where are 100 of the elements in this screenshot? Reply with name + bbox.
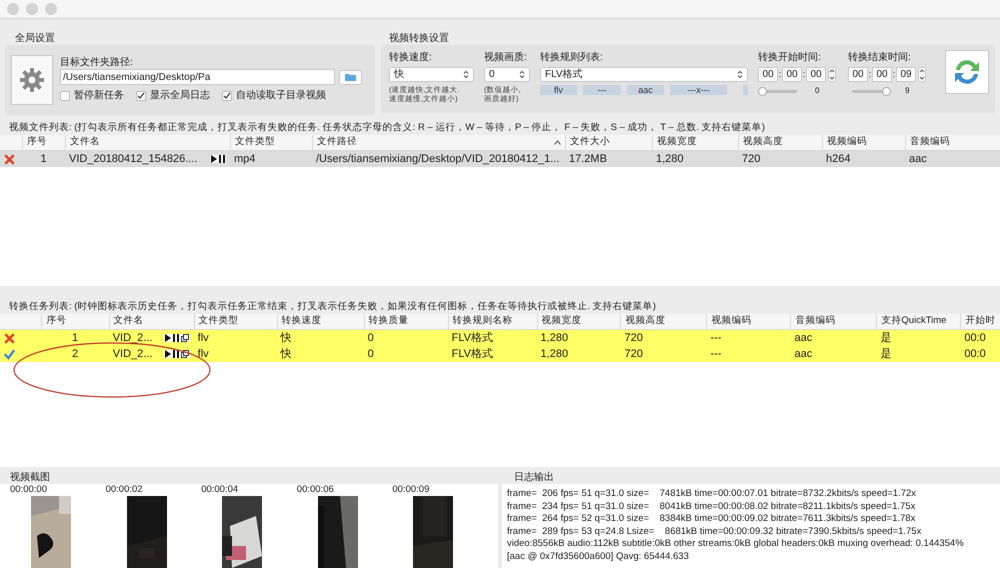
column-header[interactable]: 序号 [46,314,66,329]
column-header[interactable]: 开始时 [965,314,996,329]
settings-button[interactable] [11,55,53,105]
log-line: frame= 264 fps= 52 q=31.0 size= 8384kB time=00:00:09.02 bitrate=7611.3kbits/s speed=1.78x [507,513,916,526]
table-cell-text: VID_2... [112,330,152,346]
timestamp: 00:00:04 [201,484,240,496]
time-separator: : [892,68,896,81]
table-row[interactable]: 1 VID_2... flv 快 0 FLV格式 1,280 720 --- aac 是 00:0 [0,330,1000,346]
rule-tag: ---x--- [670,85,727,95]
checkbox[interactable] [222,90,232,100]
list-caption: 视频文件列表: (打勾表示所有任务都正常完成，打叉表示有失败的任务. 任务状态字母的含义: R – 运行，W – 等待，P – 停止， F – 失败，S – 成功， T – 总数. 支持右键菜单) [8,121,766,135]
dropdown[interactable]: FLV格式 [540,67,748,82]
column-header[interactable]: 文件名 [114,314,144,329]
table-cell-text: 0 [368,346,374,362]
table-cell-text: --- [710,346,722,362]
table-cell-text: 是 [880,346,892,362]
checkbox-label: 暂停新任务 [74,88,124,103]
table-cell-text: aac [909,152,927,167]
stepper-icon[interactable] [828,67,836,82]
table-cell-text: aac [794,330,812,346]
field-label: 转换速度: [389,50,433,65]
table-cell-text: VID_20180412_154826.... [69,152,198,167]
pause-icon[interactable] [172,350,179,358]
stepper-icon [519,70,525,79]
path-field[interactable]: /Users/tiansemixiang/Desktop/Pa [60,69,335,85]
table-cell-text: flv [198,330,209,346]
checkbox-label: 自动读取子目录视频 [236,88,326,103]
dropdown[interactable]: 0 [484,67,530,82]
time-field[interactable]: 00 [758,67,778,82]
table-cell-text: --- [710,330,722,346]
field-label: 目标文件夹路径: [60,56,134,69]
column-header[interactable]: 转换规则名称 [452,314,513,329]
dropdown[interactable]: 快 [389,67,474,82]
column-header[interactable]: 视频高度 [743,135,783,150]
time-field[interactable]: 00 [848,67,868,82]
table-row[interactable]: 2 VID_2... flv 快 0 FLV格式 1,280 720 --- aac 是 00:0 [0,346,1000,362]
column-header[interactable]: 文件类型 [198,314,239,329]
column-header[interactable]: 音频编码 [910,135,950,150]
column-header[interactable]: 文件大小 [570,135,610,150]
table-cell-text: flv [198,346,209,362]
table-cell-text: h264 [826,152,850,167]
group-title: 视频转换设置 [388,32,450,45]
pause-icon[interactable] [219,155,225,163]
log-line: frame= 234 fps= 51 q=31.0 size= 8041kB time=00:00:08.02 bitrate=8211.1kbits/s speed=1.75x [507,500,916,513]
column-header[interactable]: 音频编码 [795,314,836,329]
rule-tag: --- [583,85,621,95]
settings-icon [19,67,45,93]
column-header[interactable]: 视频编码 [711,314,752,329]
column-header[interactable]: 文件类型 [235,135,275,150]
table-row[interactable]: 1 VID_20180412_154826.... mp4 /Users/tiansemixiang/Desktop/VID_20180412_1... 17.2MB 1,280 720 h264 aac [0,151,1000,167]
stepper-icon [737,70,743,79]
table-cell-text: 1 [72,330,78,346]
timestamp: 00:00:02 [106,484,144,496]
checkbox[interactable] [60,90,70,100]
table-cell-text: 1,280 [540,330,568,346]
column-header[interactable]: 文件名 [70,135,100,150]
column-header[interactable]: 支持QuickTime [881,314,946,329]
rule-tag: aac [627,85,664,95]
column-header[interactable]: 视频编码 [827,135,867,150]
folder-icon [345,73,356,81]
column-header[interactable]: 转换速度 [282,314,322,329]
stepper-icon[interactable] [918,67,926,82]
slider-value: 9 [905,85,910,97]
list-caption: 转换任务列表: (时钟图标表示历史任务，打勾表示任务正常结束，打叉表示任务失败，如果没有任何图标，任务在等待执行或被终止. 支持右键菜单) [8,300,657,314]
column-header[interactable]: 视频宽度 [542,314,582,329]
time-field[interactable]: 00 [872,67,892,82]
column-header[interactable]: 视频宽度 [657,135,697,150]
log-line: frame= 206 fps= 51 q=31.0 size= 7481kB time=00:00:07.01 bitrate=8732.2kbits/s speed=1.72x [507,488,918,500]
table-cell-text: 是 [880,330,892,346]
table-cell-text: 17.2MB [569,152,607,167]
column-header[interactable]: 文件路径 [317,135,357,150]
table-cell-text: 快 [280,346,292,362]
time-field[interactable]: 09 [896,67,916,82]
pause-icon[interactable] [172,334,179,342]
table-cell-text: FLV格式 [452,330,493,346]
slider-value: 0 [815,85,820,97]
group-title: 全局设置 [14,32,56,45]
time-separator: : [802,68,806,81]
time-separator: : [778,68,782,81]
sort-icon [554,140,561,145]
log-line: video:8556kB audio:112kB subtitle:0kB other streams:0kB global headers:0kB muxing overhead: 0.144354% [507,538,965,550]
time-field[interactable]: 00 [806,67,826,82]
time-field[interactable]: 00 [782,67,802,82]
convert-button[interactable] [945,50,989,94]
table-cell-text: aac [794,346,812,362]
checkbox[interactable] [136,90,146,100]
table-cell-text: /Users/tiansemixiang/Desktop/VID_20180412_1... [316,152,560,167]
table-cell-text: 00:0 [964,346,986,362]
log-line: [aac @ 0x7fd35600a600] Qavg: 65444.633 [507,550,690,563]
play-icon[interactable] [211,155,217,163]
table-cell-text: 720 [624,330,643,346]
column-header[interactable]: 序号 [27,135,47,150]
field-label: 视频画质: [484,50,528,65]
browse-button[interactable] [339,70,362,84]
panel-title: 日志输出 [513,472,555,484]
timestamp: 00:00:09 [392,484,430,496]
table-cell-text: 720 [624,346,643,362]
column-header[interactable]: 转换质量 [368,314,409,329]
timestamp: 00:00:00 [10,484,48,496]
column-header[interactable]: 视频高度 [625,314,666,329]
